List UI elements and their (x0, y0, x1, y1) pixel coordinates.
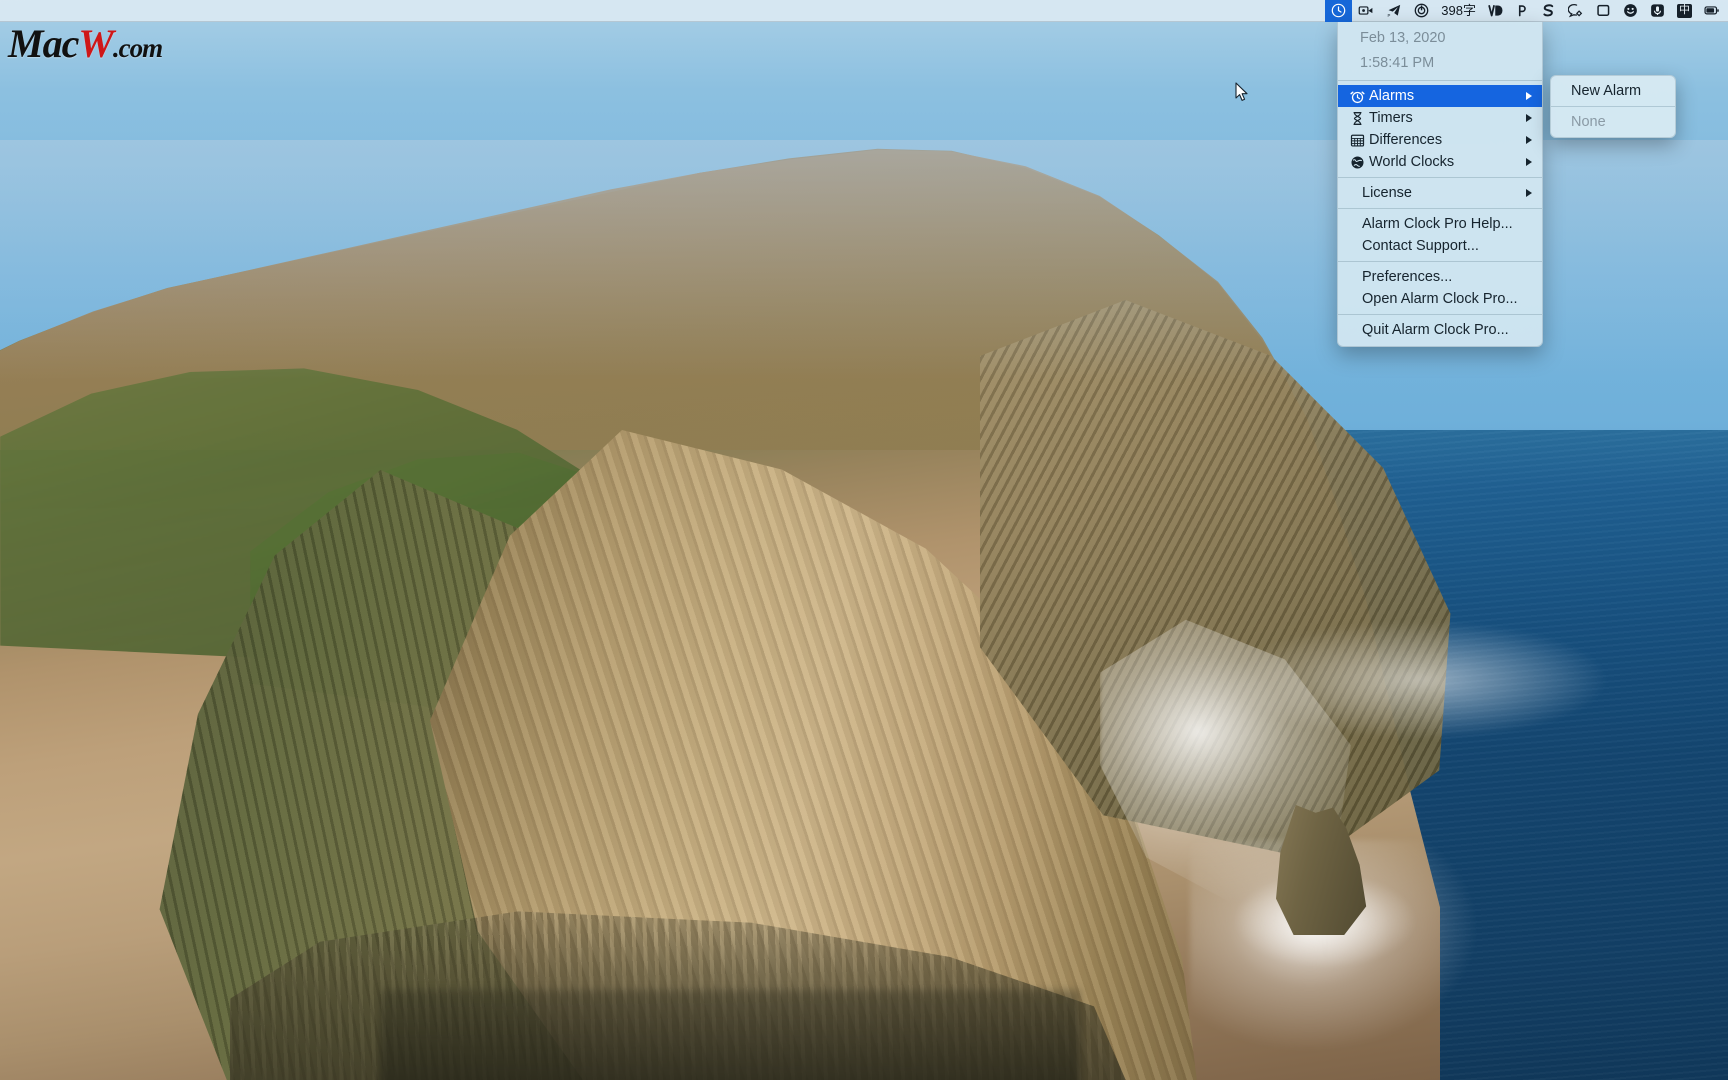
menu-divider (1338, 314, 1542, 315)
paper-plane-icon: P (1388, 4, 1401, 18)
menu-item-timers[interactable]: Timers (1338, 107, 1542, 129)
square-icon (1597, 4, 1610, 16)
microphone-icon[interactable] (1644, 0, 1671, 22)
menu-item-help-label: Alarm Clock Pro Help... (1362, 216, 1513, 232)
menu-divider (1338, 208, 1542, 209)
s-logo-icon (1543, 4, 1554, 17)
p-logo-icon (1518, 5, 1526, 17)
globe-icon (1347, 155, 1367, 170)
menu-time: 1:58:41 PM (1360, 55, 1435, 71)
input-method-chinese-icon[interactable]: 中 (1671, 0, 1698, 22)
menu-item-differences-label: Differences (1369, 132, 1443, 148)
wallpaper-foreground-shadow (380, 990, 1080, 1080)
menu-item-open-app-label: Open Alarm Clock Pro... (1362, 291, 1518, 307)
chinese-character-icon: 中 (1677, 3, 1692, 18)
chat-bubble-icon[interactable] (1562, 0, 1590, 22)
emoji-icon[interactable] (1617, 0, 1644, 22)
menu-item-alarms[interactable]: Alarms (1338, 85, 1542, 107)
menu-date: Feb 13, 2020 (1360, 30, 1446, 46)
menu-item-quit-label: Quit Alarm Clock Pro... (1362, 322, 1509, 338)
alarm-clock-pro-menu: Feb 13, 2020 1:58:41 PM Alarms Timers Diff… (1337, 22, 1543, 347)
submenu-item-container: New Alarm None (1551, 80, 1675, 133)
menu-item-license[interactable]: License (1338, 182, 1542, 204)
screen-recorder-icon[interactable] (1352, 0, 1380, 22)
hourglass-icon (1347, 111, 1367, 126)
submenu-item-new-alarm-label: New Alarm (1571, 83, 1642, 99)
menu-divider (1338, 261, 1542, 262)
power-circle-icon (1414, 3, 1429, 18)
menu-item-differences[interactable]: Differences (1338, 129, 1542, 151)
menu-item-license-label: License (1362, 185, 1412, 201)
battery-icon (1704, 6, 1719, 15)
submenu-divider (1551, 106, 1675, 107)
menu-group-container: Alarms Timers Differences World Clocks Licen… (1338, 85, 1542, 341)
popclip-icon[interactable] (1510, 0, 1535, 22)
menu-item-preferences[interactable]: Preferences... (1338, 266, 1542, 288)
word-count-item[interactable]: 398字 (1435, 0, 1482, 22)
calendar-grid-icon (1347, 133, 1367, 148)
submenu-arrow-icon (1526, 189, 1532, 197)
submenu-arrow-icon (1526, 158, 1532, 166)
power-icon[interactable] (1408, 0, 1435, 22)
macw-watermark: MacW.com (8, 21, 163, 66)
menu-item-help[interactable]: Alarm Clock Pro Help... (1338, 213, 1542, 235)
submenu-item-none: None (1551, 111, 1675, 133)
menu-bar: P 398字 中 (0, 0, 1728, 22)
battery-icon[interactable] (1698, 0, 1726, 22)
svg-text:P: P (1388, 13, 1391, 18)
alarm-clock-pro-menu-icon[interactable] (1325, 0, 1353, 22)
submenu-arrow-icon (1526, 114, 1532, 122)
menu-item-preferences-label: Preferences... (1362, 269, 1453, 285)
menu-divider (1338, 177, 1542, 178)
menu-item-timers-label: Timers (1369, 110, 1413, 126)
sogou-s-icon[interactable] (1535, 0, 1562, 22)
vitamin-d-icon[interactable] (1482, 0, 1510, 22)
menu-item-world-clocks-label: World Clocks (1369, 154, 1455, 170)
alarms-submenu: New Alarm None (1550, 75, 1676, 138)
desktop-screen: MacW.com P 398字 中 Feb 13, 2020 1:58:41 PM … (0, 0, 1728, 1080)
vd-logo-icon (1488, 5, 1503, 17)
menu-item-alarms-label: Alarms (1369, 88, 1415, 104)
watermark-mac: Mac (8, 21, 79, 66)
menu-item-open-app[interactable]: Open Alarm Clock Pro... (1338, 288, 1542, 310)
mic-icon (1651, 4, 1664, 17)
speech-bubble-icon (1568, 3, 1583, 18)
menu-item-quit[interactable]: Quit Alarm Clock Pro... (1338, 319, 1542, 341)
submenu-arrow-icon (1526, 92, 1532, 100)
watermark-w-red: W (78, 21, 114, 66)
smiley-face-icon (1624, 4, 1637, 17)
watermark-domain: .com (112, 33, 163, 63)
video-camera-icon (1358, 6, 1373, 15)
submenu-arrow-icon (1526, 136, 1532, 144)
menu-item-contact-support-label: Contact Support... (1362, 238, 1479, 254)
menu-item-contact-support[interactable]: Contact Support... (1338, 235, 1542, 257)
submenu-item-new-alarm[interactable]: New Alarm (1551, 80, 1675, 102)
clock-icon (1332, 3, 1346, 18)
submenu-item-none-label: None (1571, 114, 1606, 130)
menu-item-world-clocks[interactable]: World Clocks (1338, 151, 1542, 173)
paste-now-icon[interactable]: P (1380, 0, 1408, 22)
menu-divider (1338, 80, 1542, 81)
display-icon[interactable] (1590, 0, 1617, 22)
word-count-item-label: 398字 (1441, 3, 1476, 18)
alarm-clock-icon (1347, 89, 1367, 104)
menu-bar-tray: P 398字 中 (1325, 0, 1726, 22)
